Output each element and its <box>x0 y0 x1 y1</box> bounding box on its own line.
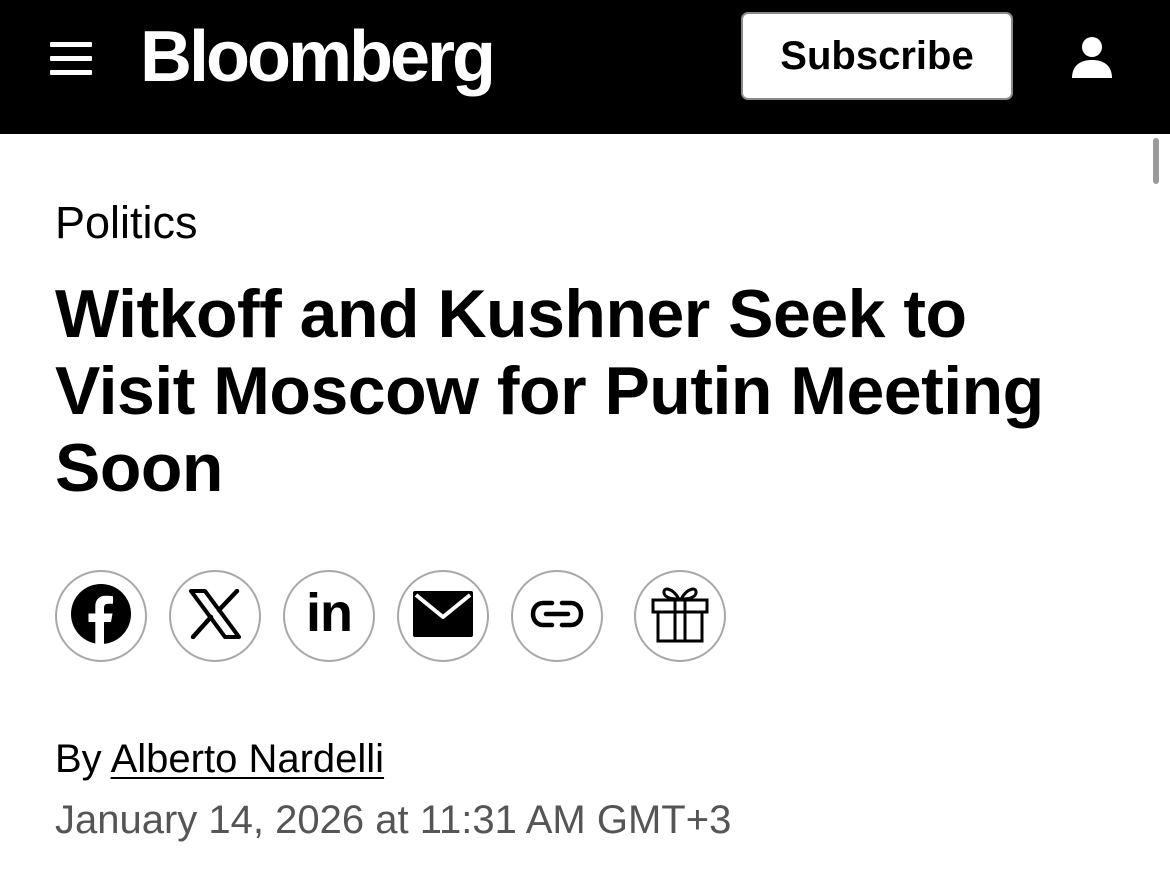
byline-prefix: By <box>55 737 102 781</box>
email-icon <box>413 590 473 642</box>
linkedin-icon: in <box>306 583 353 643</box>
share-link-button[interactable] <box>511 570 603 662</box>
x-icon <box>188 588 242 644</box>
scrollbar[interactable] <box>1153 138 1159 184</box>
hamburger-menu-icon[interactable] <box>50 40 94 76</box>
share-email-button[interactable] <box>397 570 489 662</box>
author-link[interactable]: Alberto Nardelli <box>111 737 384 781</box>
facebook-icon <box>70 583 132 650</box>
gift-icon <box>650 584 710 649</box>
link-icon <box>530 599 584 634</box>
share-x-button[interactable] <box>169 570 261 662</box>
share-facebook-button[interactable] <box>55 570 147 662</box>
person-icon[interactable] <box>1068 34 1116 82</box>
byline: By Alberto Nardelli <box>55 734 384 784</box>
article-headline: Witkoff and Kushner Seek to Visit Moscow… <box>55 276 1044 506</box>
subscribe-button[interactable]: Subscribe <box>741 12 1013 100</box>
top-navigation-bar: Bloomberg Subscribe <box>0 0 1170 134</box>
bloomberg-logo[interactable]: Bloomberg <box>140 12 496 102</box>
section-label[interactable]: Politics <box>55 196 198 250</box>
publish-date: January 14, 2026 at 11:31 AM GMT+3 <box>55 798 732 842</box>
gift-article-button[interactable] <box>634 570 726 662</box>
share-linkedin-button[interactable]: in <box>283 570 375 662</box>
